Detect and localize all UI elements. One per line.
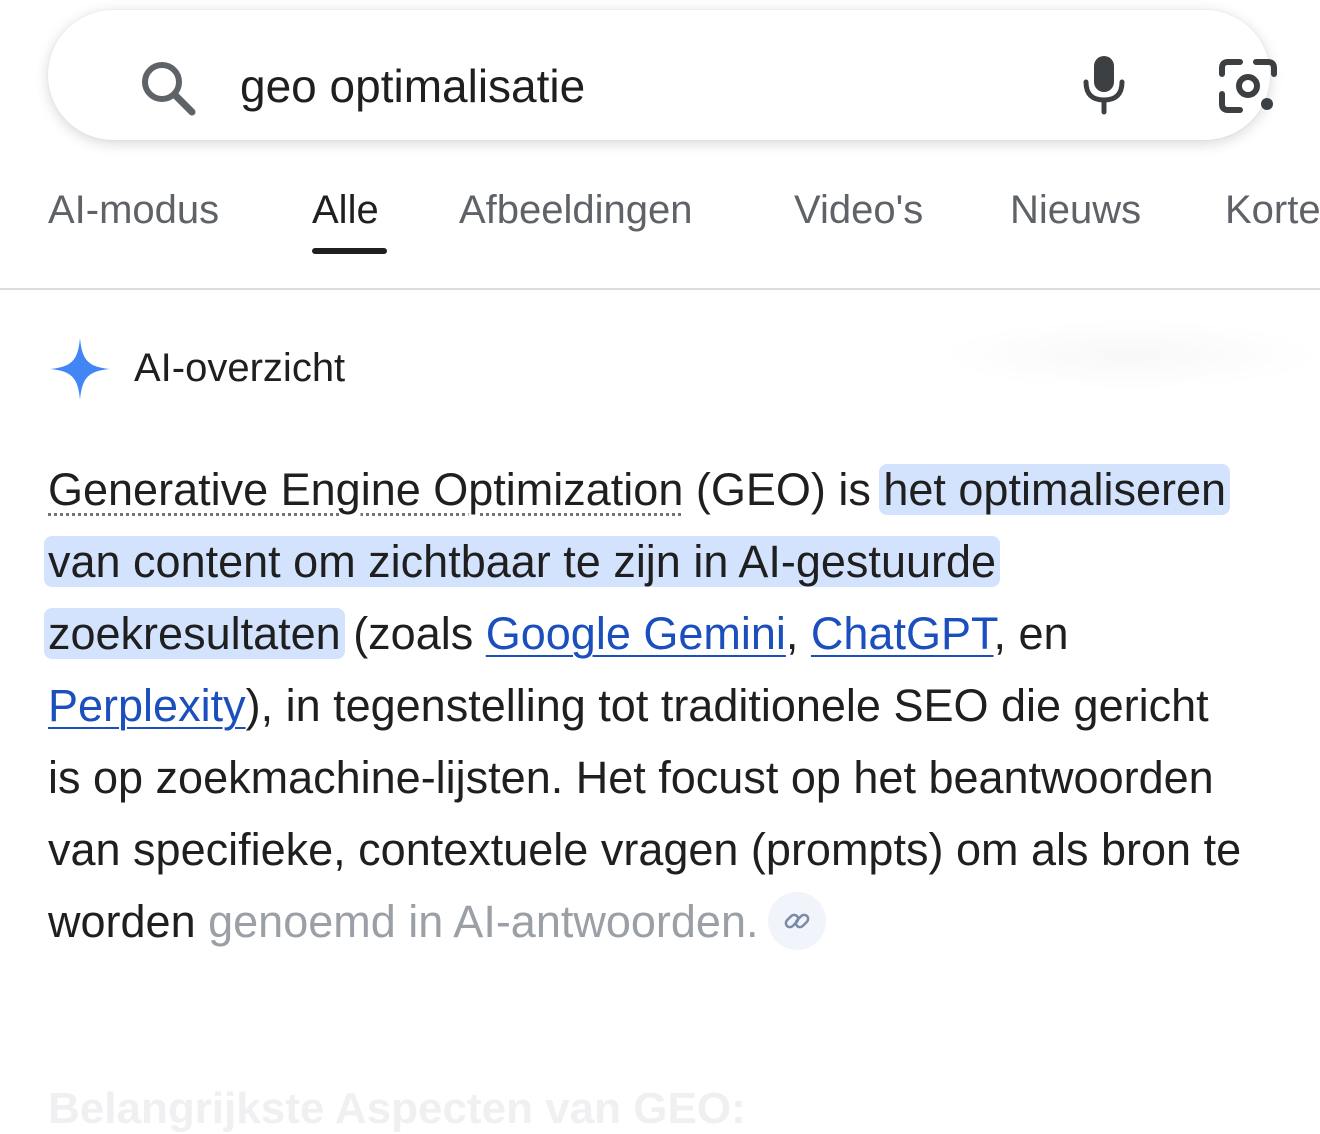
- tab-afbeeldingen[interactable]: Afbeeldingen: [459, 188, 693, 233]
- search-bar[interactable]: [48, 10, 1277, 140]
- mic-icon[interactable]: [1078, 54, 1130, 116]
- google-lens-icon[interactable]: [1216, 54, 1280, 118]
- paragraph-text: ,: [785, 608, 811, 659]
- link-icon: [785, 913, 810, 929]
- citation-link-button[interactable]: [768, 892, 827, 951]
- tab-videos[interactable]: Video's: [794, 188, 923, 233]
- sparkle-icon: [50, 338, 110, 400]
- search-icon[interactable]: [138, 58, 198, 118]
- section-heading: Belangrijkste Aspecten van GEO:: [48, 1084, 746, 1133]
- tab-korte[interactable]: Korte: [1225, 188, 1320, 233]
- ai-overview-title: AI-overzicht: [134, 346, 346, 390]
- header-decoration: [940, 320, 1320, 390]
- paragraph-text: (GEO) is: [683, 464, 884, 515]
- tab-ai-modus[interactable]: AI-modus: [48, 188, 219, 233]
- faded-text: genoemd in AI-antwoorden.: [208, 896, 759, 947]
- link-google-gemini[interactable]: Google Gemini: [486, 608, 786, 659]
- paragraph-text: (zoals: [340, 608, 486, 659]
- active-tab-indicator: [312, 248, 387, 254]
- ai-overview-paragraph: Generative Engine Optimization (GEO) is …: [44, 454, 1248, 958]
- tab-nieuws[interactable]: Nieuws: [1010, 188, 1141, 233]
- link-perplexity[interactable]: Perplexity: [48, 680, 246, 731]
- search-input[interactable]: [240, 54, 1020, 118]
- ai-overview-header: AI-overzicht: [48, 336, 648, 402]
- paragraph-text: , en: [993, 608, 1069, 659]
- link-chatgpt[interactable]: ChatGPT: [811, 608, 994, 659]
- search-tabs: AI-modus Alle Afbeeldingen Video's Nieuw…: [0, 168, 1320, 290]
- term-definition-link[interactable]: Generative Engine Optimization: [48, 464, 683, 515]
- tab-alle[interactable]: Alle: [312, 188, 379, 233]
